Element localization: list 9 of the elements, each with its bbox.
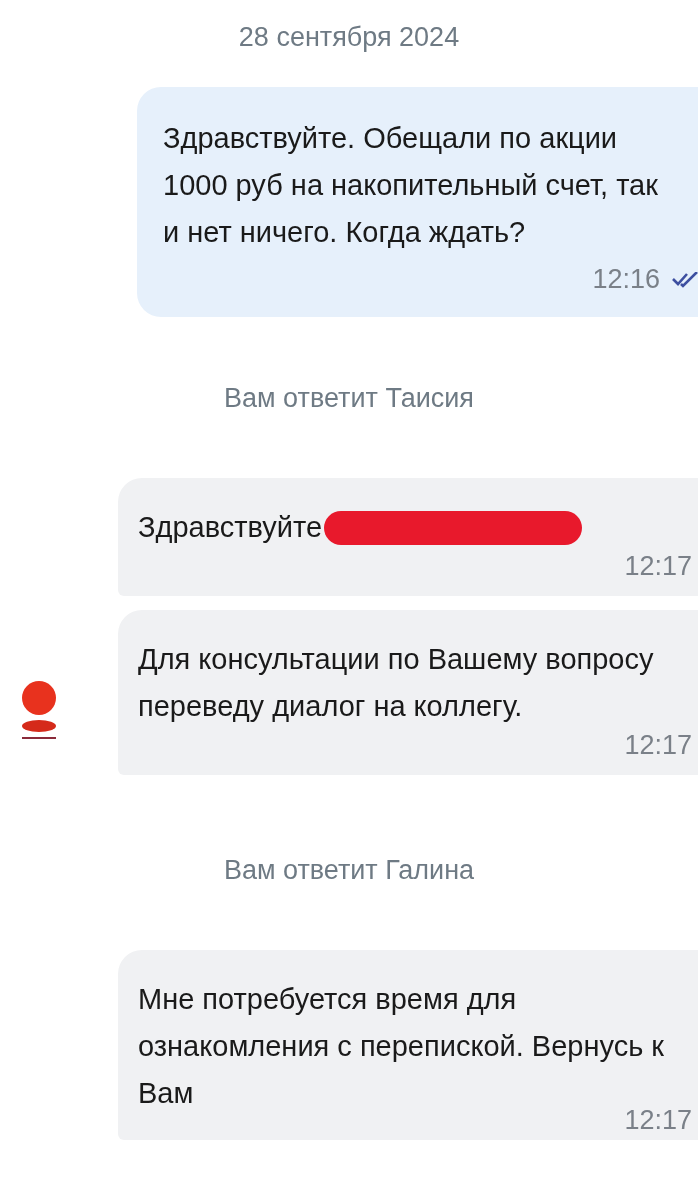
message-time: 12:17	[624, 551, 692, 582]
date-label: 28 сентября 2024	[237, 22, 461, 53]
message-time: 12:17	[624, 730, 692, 761]
agent-notice: Вам ответит Галина	[222, 855, 476, 886]
agent-notice: Вам ответит Таисия	[223, 383, 475, 414]
message-text: Здравствуйте	[138, 510, 323, 545]
message-text: Для консультации по Вашему вопросу переведу диалог на коллегу.	[138, 642, 655, 724]
message-text: Здравствуйте. Обещали по акции 1000 руб на накопительный счет, так и нет ничего. Когда ждать?	[163, 121, 659, 250]
message-time: 12:16	[592, 264, 660, 295]
